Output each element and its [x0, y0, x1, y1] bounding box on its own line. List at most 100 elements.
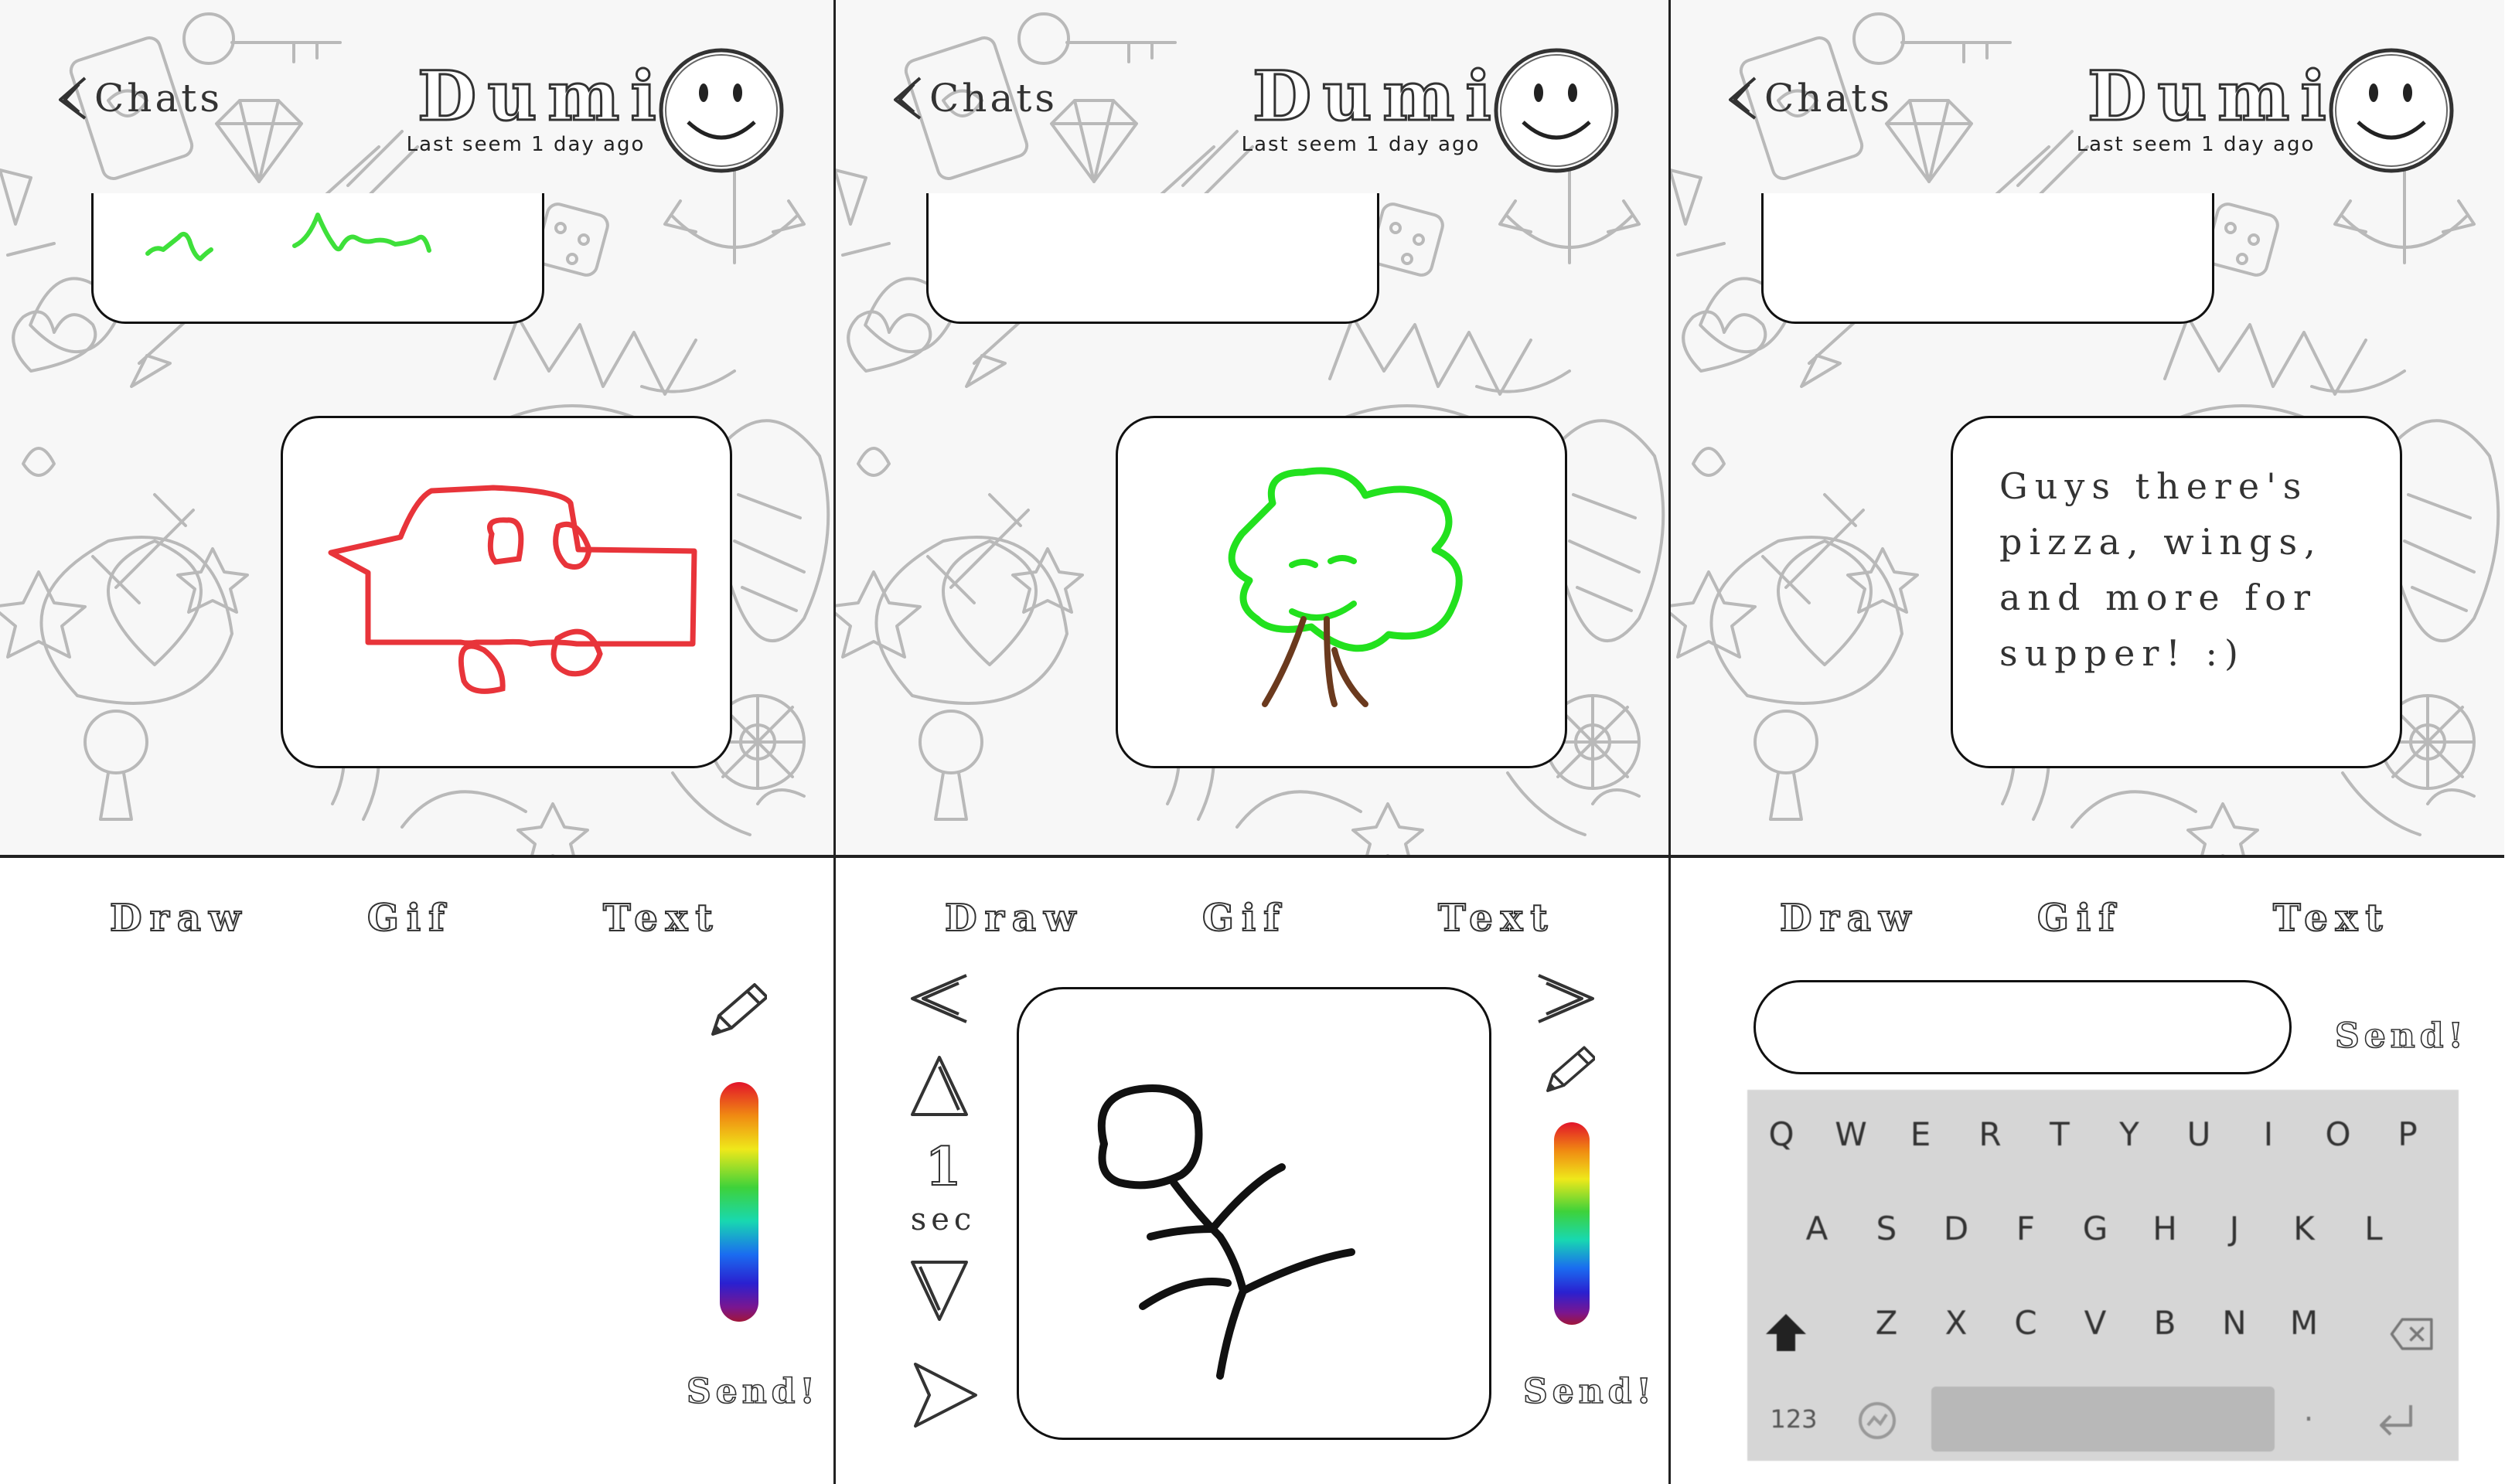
last-seen-status: Last seem 1 day ago [2076, 133, 2316, 156]
timer-value: 1 [924, 1135, 962, 1199]
smiley-avatar-icon[interactable] [656, 45, 787, 176]
key[interactable]: O [2315, 1104, 2361, 1166]
message-bubble-empty[interactable] [1761, 193, 2214, 324]
contact-name: Dumi [1252, 56, 1502, 136]
keyboard-row-3: Z X C V B N M [1747, 1292, 2459, 1362]
key[interactable]: K [2281, 1198, 2327, 1260]
message-bubble-empty[interactable] [926, 193, 1379, 324]
key[interactable]: V [2072, 1292, 2118, 1354]
divider [0, 855, 834, 858]
panel-divider [1668, 0, 1671, 1484]
smiley-avatar-icon[interactable] [2326, 45, 2457, 176]
key[interactable]: E [1897, 1104, 1944, 1166]
keyboard-row-2: A S D F G H J K L [1747, 1198, 2459, 1268]
key[interactable]: C [2002, 1292, 2049, 1354]
key[interactable]: J [2211, 1198, 2258, 1260]
key[interactable]: S [1863, 1198, 1910, 1260]
key[interactable]: M [2281, 1292, 2327, 1354]
back-button[interactable]: Chats [56, 71, 223, 125]
key[interactable]: R [1967, 1104, 2013, 1166]
arrow-right-icon[interactable] [1531, 968, 1600, 1030]
emoji-icon[interactable] [1856, 1399, 1899, 1442]
key[interactable]: Q [1758, 1104, 1805, 1166]
numbers-key[interactable]: 123 [1763, 1387, 1825, 1452]
color-picker-slider[interactable] [720, 1082, 758, 1322]
send-button[interactable]: Send! [1522, 1371, 1656, 1412]
wave-drawing [145, 213, 431, 261]
panel-divider [833, 0, 836, 1484]
message-bubble-drawing[interactable] [281, 416, 732, 768]
key[interactable]: H [2142, 1198, 2188, 1260]
keyboard-row-1: Q W E R T Y U I O P [1747, 1104, 2459, 1173]
key[interactable]: B [2142, 1292, 2188, 1354]
play-icon[interactable] [906, 1356, 983, 1434]
key[interactable]: D [1933, 1198, 1979, 1260]
car-drawing [328, 485, 697, 694]
key[interactable]: T [2036, 1104, 2083, 1166]
color-picker-slider[interactable] [1554, 1122, 1590, 1325]
screen-draw-tab: Chats Dumi Last seem 1 day ago Draw Gif … [0, 0, 834, 1484]
key[interactable]: U [2176, 1104, 2222, 1166]
arrow-left-icon[interactable] [905, 968, 974, 1030]
mode-tabs: Draw Gif Text [0, 896, 834, 951]
tab-gif[interactable]: Gif [1201, 896, 1287, 941]
message-bubble-drawing[interactable] [1116, 416, 1567, 768]
pencil-icon[interactable] [705, 980, 767, 1042]
triangle-up-icon[interactable] [905, 1051, 974, 1121]
tab-text[interactable]: Text [1437, 896, 1556, 941]
message-bubble-text[interactable]: Guys there's pizza, wings, and more for … [1951, 416, 2402, 768]
back-label: Chats [94, 76, 223, 121]
chevron-left-icon [59, 77, 87, 120]
chat-area: Chats Dumi Last seem 1 day ago [835, 0, 1669, 856]
message-text: Guys there's pizza, wings, and more for … [1999, 465, 2323, 674]
tab-text[interactable]: Text [2272, 896, 2391, 941]
key[interactable]: P [2384, 1104, 2431, 1166]
back-label: Chats [1764, 76, 1893, 121]
return-icon[interactable] [2374, 1399, 2420, 1442]
tab-gif[interactable]: Gif [2036, 896, 2122, 941]
last-seen-status: Last seem 1 day ago [406, 133, 646, 156]
key[interactable]: F [2002, 1198, 2049, 1260]
key[interactable]: A [1794, 1198, 1840, 1260]
chat-area: Chats Dumi Last seem 1 day ago Guys ther… [1670, 0, 2504, 856]
tab-text[interactable]: Text [602, 896, 721, 941]
smiley-avatar-icon[interactable] [1491, 45, 1622, 176]
on-screen-keyboard: Q W E R T Y U I O P A S D F G H J K L Z [1747, 1090, 2459, 1461]
tab-draw[interactable]: Draw [1779, 896, 1918, 941]
space-key[interactable] [1931, 1387, 2275, 1452]
pencil-icon[interactable] [1541, 1043, 1595, 1098]
triangle-down-icon[interactable] [905, 1256, 974, 1326]
key[interactable]: G [2072, 1198, 2118, 1260]
key[interactable]: N [2211, 1292, 2258, 1354]
send-button[interactable]: Send! [686, 1371, 820, 1412]
timer-unit: sec [910, 1202, 976, 1237]
shift-icon[interactable] [1763, 1302, 1809, 1363]
back-button[interactable]: Chats [1726, 71, 1893, 125]
stick-figure-drawing [1097, 1084, 1355, 1380]
mode-tabs: Draw Gif Text [835, 896, 1669, 951]
tab-draw[interactable]: Draw [944, 896, 1083, 941]
key[interactable]: L [2350, 1198, 2397, 1260]
message-input[interactable] [1754, 980, 2292, 1074]
divider [1670, 855, 2504, 858]
chat-area: Chats Dumi Last seem 1 day ago [0, 0, 834, 856]
key[interactable]: W [1828, 1104, 1874, 1166]
back-button[interactable]: Chats [891, 71, 1058, 125]
tab-draw[interactable]: Draw [109, 896, 248, 941]
key[interactable]: X [1933, 1292, 1979, 1354]
tree-drawing [1228, 467, 1463, 707]
contact-name: Dumi [417, 56, 667, 136]
tab-gif[interactable]: Gif [366, 896, 452, 941]
last-seen-status: Last seem 1 day ago [1241, 133, 1481, 156]
period-key[interactable]: . [2293, 1393, 2324, 1439]
key[interactable]: Z [1863, 1292, 1910, 1354]
message-bubble-drawing[interactable] [91, 193, 544, 324]
key[interactable]: Y [2106, 1104, 2152, 1166]
screen-text-tab: Chats Dumi Last seem 1 day ago Guys ther… [1670, 0, 2504, 1484]
backspace-icon[interactable] [2389, 1303, 2435, 1365]
back-label: Chats [929, 76, 1058, 121]
send-button[interactable]: Send! [2334, 1016, 2468, 1057]
gif-frame-canvas[interactable] [1017, 987, 1491, 1440]
screen-gif-tab: Chats Dumi Last seem 1 day ago Draw Gif … [835, 0, 1669, 1484]
key[interactable]: I [2245, 1104, 2292, 1166]
